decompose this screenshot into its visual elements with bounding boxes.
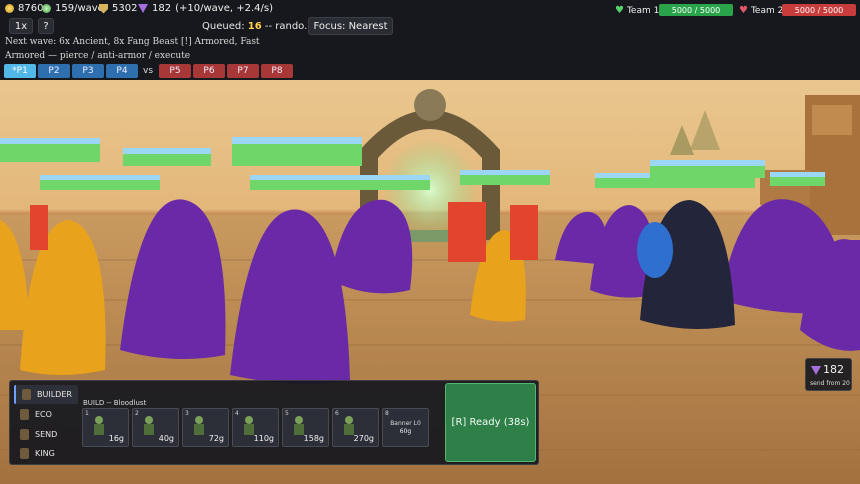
player-button-p5[interactable]: P5 — [159, 64, 191, 78]
card-hotkey: 6 — [335, 410, 339, 417]
tab-builder-label: BUILDER — [37, 390, 72, 399]
build-card-3[interactable]: 3 72g — [182, 408, 229, 447]
build-card-1[interactable]: 1 16g — [82, 408, 129, 447]
team1-health-bar: 5000 / 5000 — [659, 4, 733, 16]
gold-counter: 8760 — [5, 3, 43, 14]
card-hotkey: 2 — [135, 410, 139, 417]
tab-king[interactable]: KING — [14, 444, 78, 463]
banner-name: Banner L0 — [390, 420, 421, 427]
queued-label: Queued: — [202, 21, 248, 32]
gem-rate: (+10/wave, +2.4/s) — [175, 3, 273, 14]
card-hotkey: 8 — [385, 410, 389, 417]
card-hotkey: 4 — [235, 410, 239, 417]
help-button[interactable]: ? — [38, 18, 54, 34]
tab-send-label: SEND — [35, 430, 58, 439]
card-hotkey: 3 — [185, 410, 189, 417]
team2-label: ♥ Team 2 — [739, 5, 783, 16]
team1-name: Team 1 — [626, 5, 660, 16]
eco-icon — [20, 409, 29, 420]
build-card-2[interactable]: 2 40g — [132, 408, 179, 447]
card-cost: 110g — [253, 434, 274, 443]
send-from-label: send from 20 — [810, 380, 850, 387]
tab-king-label: KING — [35, 449, 55, 458]
top-hud: 8760 159/wave 5302 182 (+10/wave, +2.4/s… — [0, 0, 860, 80]
build-card-4[interactable]: 4 110g — [232, 408, 279, 447]
send-counter: 182 send from 20 — [805, 358, 852, 391]
card-cost: 72g — [208, 434, 224, 443]
shield-icon — [99, 3, 108, 14]
build-title: BUILD -- Bloodlust — [83, 399, 147, 407]
unit-portrait-icon — [194, 416, 204, 435]
tab-send[interactable]: SEND — [14, 425, 78, 444]
team2-heart-icon: ♥ — [739, 5, 748, 16]
card-hotkey: 1 — [85, 410, 89, 417]
player-button-p7[interactable]: P7 — [227, 64, 259, 78]
card-cost: 270g — [353, 434, 374, 443]
send-count: 182 — [823, 363, 844, 376]
player-button-p3[interactable]: P3 — [72, 64, 104, 78]
build-card-6[interactable]: 6 270g — [332, 408, 379, 447]
build-card-5[interactable]: 5 158g — [282, 408, 329, 447]
vs-label: vs — [143, 66, 154, 76]
player-button-p4[interactable]: P4 — [106, 64, 138, 78]
ready-button[interactable]: [R] Ready (38s) — [445, 383, 536, 462]
king-icon — [20, 448, 29, 459]
build-card-banner[interactable]: 8 Banner L0 60g — [382, 408, 429, 447]
card-cost: 40g — [158, 434, 174, 443]
gold-coin-icon — [5, 4, 14, 13]
shield-counter: 5302 — [99, 3, 137, 14]
gem-icon — [138, 4, 148, 13]
unit-portrait-icon — [94, 416, 104, 435]
player-button-p8[interactable]: P8 — [261, 64, 293, 78]
team1-heart-icon: ♥ — [615, 5, 624, 16]
queued-count: 16 — [247, 21, 262, 32]
card-hotkey: 5 — [285, 410, 289, 417]
queued-detail: -- rando... — [261, 21, 314, 32]
gold-value: 8760 — [18, 3, 44, 14]
player-button-p2[interactable]: P2 — [38, 64, 70, 78]
armor-hint: Armored — pierce / anti-armor / execute — [5, 51, 191, 61]
queue-status: Queued: 16 -- rando... — [202, 21, 314, 32]
next-wave-info: Next wave: 6x Ancient, 8x Fang Beast [!]… — [5, 37, 260, 47]
builder-icon — [22, 389, 31, 400]
unit-portrait-icon — [144, 416, 154, 435]
gem-counter: 182 (+10/wave, +2.4/s) — [138, 3, 273, 14]
team2-name: Team 2 — [750, 5, 784, 16]
card-cost: 158g — [303, 434, 324, 443]
shield-value: 5302 — [112, 3, 138, 14]
team2-health-bar: 5000 / 5000 — [782, 4, 856, 16]
card-cost: 16g — [108, 434, 124, 443]
player-button-p6[interactable]: P6 — [193, 64, 225, 78]
gem-value: 182 — [152, 3, 172, 14]
card-cost: 60g — [399, 428, 412, 435]
focus-button[interactable]: Focus: Nearest — [308, 17, 393, 35]
send-icon — [20, 429, 29, 440]
speed-button[interactable]: 1x — [9, 18, 33, 34]
income-orb-icon — [42, 4, 51, 13]
tab-eco[interactable]: ECO — [14, 405, 78, 424]
tab-eco-label: ECO — [35, 410, 52, 419]
income-value: 159/wave — [55, 3, 104, 14]
gem-icon — [811, 366, 821, 375]
income-counter: 159/wave — [42, 3, 104, 14]
tab-builder[interactable]: BUILDER — [14, 385, 78, 404]
player-button-p1[interactable]: *P1 — [4, 64, 36, 78]
team1-label: ♥ Team 1 — [615, 5, 659, 16]
